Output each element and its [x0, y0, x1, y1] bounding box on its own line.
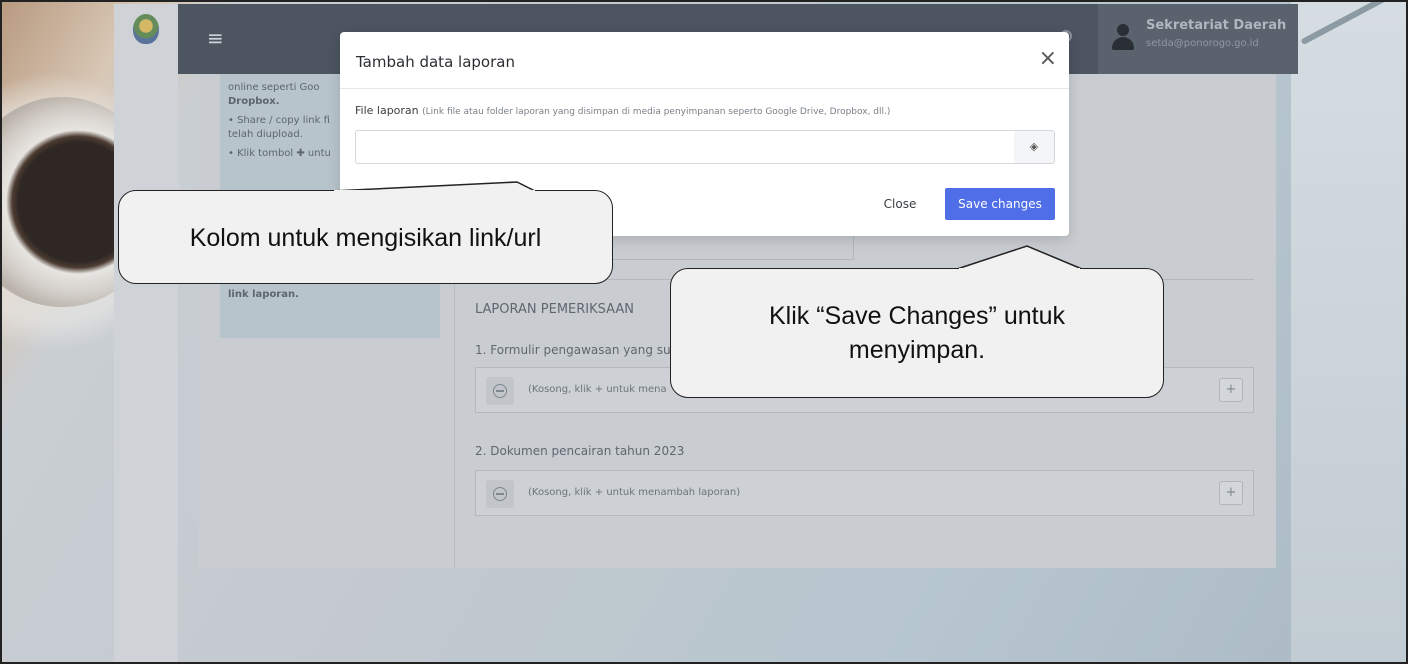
user-name: Sekretariat Daerah	[1146, 18, 1287, 33]
add-report-button[interactable]: +	[1219, 481, 1243, 505]
info-line: • Klik tombol ✚ untu	[228, 148, 331, 159]
remove-icon[interactable]	[486, 480, 514, 508]
close-button[interactable]: Close	[872, 188, 928, 220]
user-email: setda@ponorogo.go.id	[1146, 38, 1259, 49]
report-url-input[interactable]	[355, 130, 1015, 164]
info-line: Dropbox.	[228, 96, 280, 107]
item-empty-text: (Kosong, klik + untuk mena	[528, 384, 667, 395]
screenshot-frame: ≡ Sekretariat Daerah setda@ponorogo.go.i…	[0, 0, 1408, 664]
field-label: File laporan (Link file atau folder lapo…	[355, 104, 890, 117]
save-changes-button[interactable]: Save changes	[945, 188, 1055, 220]
info-line: • Share / copy link fi	[228, 115, 330, 126]
info-line: telah diupload.	[228, 129, 303, 140]
section-title: LAPORAN PEMERIKSAAN	[475, 302, 635, 317]
close-icon[interactable]: ×	[1039, 48, 1057, 70]
user-avatar-icon	[1112, 24, 1134, 50]
list-item: (Kosong, klik + untuk menambah laporan) …	[475, 470, 1254, 516]
item-empty-text: (Kosong, klik + untuk menambah laporan)	[528, 487, 741, 498]
callout-input-hint: Kolom untuk mengisikan link/url	[118, 190, 613, 284]
field-hint: (Link file atau folder laporan yang disi…	[422, 107, 891, 117]
callout-save-hint: Klik “Save Changes” untuk menyimpan.	[670, 268, 1164, 398]
remove-icon[interactable]	[486, 377, 514, 405]
sidebar	[114, 4, 178, 662]
item-label: 2. Dokumen pencairan tahun 2023	[475, 444, 685, 458]
modal-header-divider	[340, 88, 1069, 89]
callout-save-line1: Klik “Save Changes” untuk	[769, 302, 1065, 330]
info-line: link laporan.	[228, 289, 299, 300]
callout-save-line2: menyimpan.	[848, 336, 986, 364]
modal-title: Tambah data laporan	[356, 53, 515, 71]
background-paper	[1291, 2, 1406, 662]
info-line: online seperti Goo	[228, 82, 320, 93]
app-logo-icon	[133, 14, 159, 44]
field-label-text: File laporan	[355, 104, 419, 117]
eraser-icon[interactable]: ◈	[1014, 130, 1055, 164]
add-report-button[interactable]: +	[1219, 378, 1243, 402]
hamburger-menu-icon[interactable]: ≡	[207, 26, 224, 50]
item-label: 1. Formulir pengawasan yang su	[475, 343, 671, 357]
